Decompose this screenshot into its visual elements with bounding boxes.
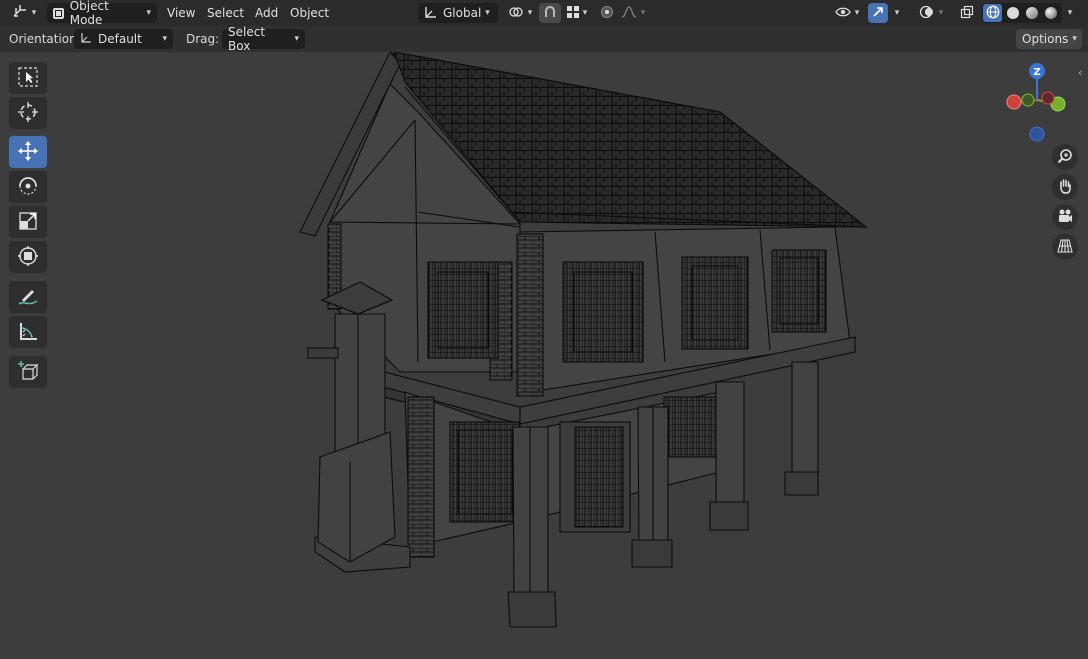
chevron-down-icon: ▾ [294, 34, 299, 44]
sidebar-toggle-icon[interactable]: ‹ [1078, 66, 1082, 79]
pivot-point-icon [508, 5, 524, 22]
grid-snap-icon [566, 5, 579, 21]
cursor-tool[interactable] [9, 97, 47, 129]
magnet-icon [543, 5, 557, 22]
rendered-shading-button[interactable] [1041, 4, 1060, 22]
eye-icon [834, 6, 851, 21]
gizmo-toggle[interactable] [868, 3, 888, 23]
overlays-icon [919, 4, 935, 23]
chevron-down-icon: ▾ [640, 8, 646, 18]
measure-tool[interactable] [9, 316, 47, 348]
gizmo-dropdown[interactable]: ▾ [889, 3, 905, 23]
rotate-tool[interactable] [9, 171, 47, 203]
chevron-down-icon: ▾ [485, 8, 490, 18]
proportional-falloff-dropdown[interactable]: ▾ [618, 3, 648, 23]
measure-ruler-icon [17, 320, 39, 345]
navigation-gizmo[interactable]: Z [1001, 62, 1075, 146]
menu-select[interactable]: Select [201, 3, 250, 23]
neg-x-axis-handle [1041, 91, 1055, 105]
chevron-down-icon: ▾ [1072, 34, 1077, 44]
scale-tool[interactable] [9, 206, 47, 238]
zoom-magnifier-icon [1057, 148, 1073, 167]
transform-orientation-dropdown[interactable]: Global ▾ [418, 3, 498, 23]
rendered-sphere-icon [1044, 7, 1057, 19]
drag-value: Select Box [228, 25, 266, 53]
orientation-axes-icon [424, 5, 438, 22]
xray-toggle[interactable] [957, 3, 977, 23]
scale-icon [17, 210, 39, 235]
material-preview-button[interactable] [1022, 4, 1041, 22]
perspective-toggle-button[interactable] [1052, 234, 1078, 260]
orientation-value: Default [98, 32, 142, 46]
gizmo-arrow-icon [871, 5, 885, 22]
chevron-down-icon: ▾ [894, 8, 900, 18]
solid-sphere-icon [1006, 7, 1019, 19]
z-axis-label: Z [1033, 67, 1040, 78]
rotate-icon [17, 175, 39, 200]
mode-label: Object Mode [69, 0, 109, 27]
chevron-down-icon: ▾ [854, 8, 860, 18]
material-sphere-icon [1025, 7, 1038, 19]
add-cube-tool[interactable] [9, 356, 47, 388]
options-dropdown[interactable]: Options ▾ [1016, 29, 1082, 49]
transform-icon [17, 245, 39, 270]
transform-orientation-label: Global [443, 6, 482, 20]
transform-tool[interactable] [9, 241, 47, 273]
options-label: Options [1022, 32, 1069, 46]
neg-z-axis-handle [1029, 126, 1045, 142]
object-mode-icon [53, 7, 64, 19]
3d-viewport[interactable]: Z ‹ [0, 52, 1088, 659]
camera-icon [1057, 208, 1073, 227]
chevron-down-icon: ▾ [162, 34, 167, 44]
snap-target-dropdown[interactable]: ▾ [562, 3, 592, 23]
falloff-curve-icon [621, 5, 637, 21]
tool-settings-bar: Orientation: Default ▾ Drag: Select Box … [0, 25, 1088, 53]
zoom-button[interactable] [1052, 144, 1078, 170]
chevron-down-icon: ▾ [146, 8, 151, 18]
wireframe-shading-button[interactable] [983, 4, 1002, 22]
chevron-down-icon: ▾ [31, 8, 37, 18]
wireframe-sphere-icon [986, 5, 1000, 22]
pivot-point-dropdown[interactable]: ▾ [505, 3, 535, 23]
mode-dropdown[interactable]: Object Mode ▾ [47, 0, 157, 27]
house-wireframe-model[interactable] [0, 52, 1088, 659]
hand-icon [1057, 178, 1073, 197]
orientation-label: Orientation: [9, 32, 81, 46]
move-arrows-icon [17, 140, 39, 165]
editor-type-button[interactable]: ▾ [6, 3, 42, 23]
viewport-header: ▾ Object Mode ▾ View Select Add Object G… [0, 0, 1088, 27]
camera-view-button[interactable] [1052, 204, 1078, 230]
neg-y-axis-handle [1021, 93, 1035, 107]
chevron-down-icon: ▾ [1067, 8, 1073, 18]
proportional-editing-icon [600, 5, 614, 22]
menu-object[interactable]: Object [284, 3, 335, 23]
x-axis-handle [1006, 94, 1022, 110]
drag-label: Drag: [186, 32, 220, 46]
shading-options-dropdown[interactable]: ▾ [1062, 3, 1078, 23]
snap-toggle[interactable] [539, 3, 561, 23]
select-box-tool[interactable] [9, 62, 47, 94]
xray-icon [960, 5, 974, 22]
proportional-editing-toggle[interactable] [597, 3, 617, 23]
3d-cursor-icon [17, 101, 39, 126]
menu-add[interactable]: Add [249, 3, 284, 23]
pan-button[interactable] [1052, 174, 1078, 200]
move-tool[interactable] [9, 136, 47, 168]
editor-type-icon [12, 4, 28, 23]
visibility-dropdown[interactable]: ▾ [832, 3, 862, 23]
chevron-down-icon: ▾ [938, 8, 944, 18]
orientation-axes-icon [80, 32, 92, 47]
overlays-dropdown[interactable]: ▾ [914, 3, 948, 23]
drag-dropdown[interactable]: Select Box ▾ [222, 25, 305, 53]
annotate-pencil-icon [17, 285, 39, 310]
add-cube-icon [17, 360, 39, 385]
solid-shading-button[interactable] [1003, 4, 1022, 22]
perspective-grid-icon [1057, 238, 1073, 257]
annotate-tool[interactable] [9, 281, 47, 313]
chevron-down-icon: ▾ [582, 8, 588, 18]
select-box-icon [17, 66, 39, 91]
menu-view[interactable]: View [161, 3, 201, 23]
orientation-dropdown[interactable]: Default ▾ [74, 29, 173, 49]
chevron-down-icon: ▾ [527, 8, 533, 18]
